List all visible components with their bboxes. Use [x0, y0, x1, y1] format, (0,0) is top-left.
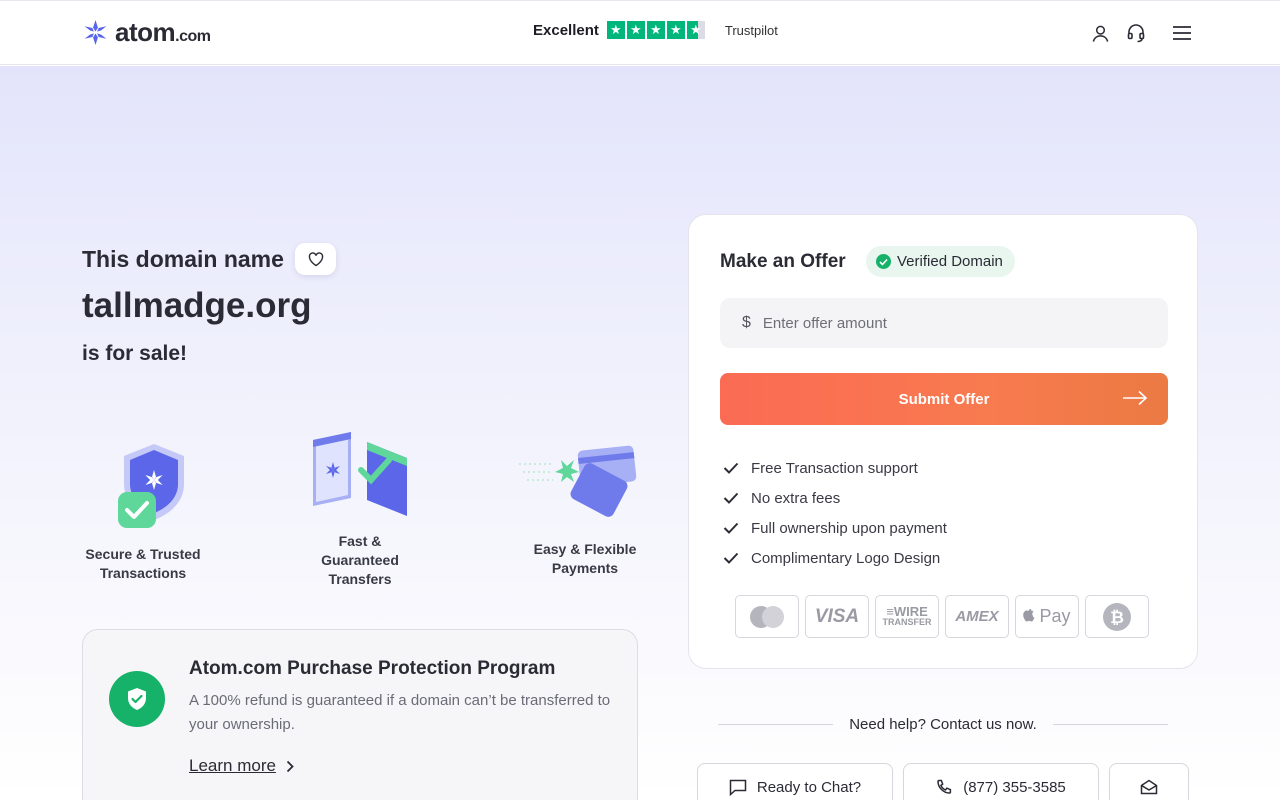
learn-more-link[interactable]: Learn more — [189, 756, 294, 776]
site-header: atom.com Excellent ★ ★ ★ ★ ★ Trustpilot — [0, 0, 1280, 65]
transfer-illustration — [313, 432, 407, 516]
trustpilot-rating[interactable]: Excellent ★ ★ ★ ★ ★ Trustpilot — [533, 21, 778, 39]
benefit-label: Free Transaction support — [751, 459, 918, 477]
star-icon: ★ — [666, 21, 685, 39]
benefit-item: No extra fees — [723, 483, 947, 513]
check-icon — [723, 552, 739, 564]
help-text: Need help? Contact us now. — [849, 716, 1037, 733]
svg-text:₿: ₿ — [1110, 608, 1124, 628]
chat-label: Ready to Chat? — [756, 778, 862, 796]
star-half-icon: ★ — [686, 21, 705, 39]
arrow-right-icon — [1123, 390, 1148, 406]
header-actions — [1090, 23, 1192, 43]
chat-bubble-icon — [729, 779, 747, 796]
offer-title: Make an Offer — [720, 251, 846, 272]
check-icon — [723, 492, 739, 504]
favorite-button[interactable] — [295, 243, 336, 275]
star-icon: ★ — [606, 21, 625, 39]
envelope-icon — [1140, 779, 1158, 795]
apple-pay-label: Pay — [1039, 606, 1071, 626]
learn-more-label: Learn more — [189, 756, 276, 775]
phone-button[interactable]: (877) 355-3585 — [903, 763, 1099, 800]
protection-text: A 100% refund is guaranteed if a domain … — [189, 692, 611, 733]
protection-title: Atom.com Purchase Protection Program — [189, 658, 556, 679]
feature-label: Secure & Trusted — [85, 546, 201, 562]
menu-icon[interactable] — [1172, 23, 1192, 43]
atom-star-icon — [84, 19, 107, 46]
rating-stars: ★ ★ ★ ★ ★ — [606, 21, 705, 39]
check-icon — [723, 462, 739, 474]
heart-icon — [308, 251, 323, 266]
benefit-item: Free Transaction support — [723, 453, 947, 483]
amex-icon: AMEX — [945, 595, 1009, 638]
shield-check-icon — [109, 671, 165, 727]
offer-amount-input[interactable] — [762, 314, 1143, 332]
offer-card: Make an Offer Verified Domain $ Submit O… — [688, 214, 1198, 669]
benefit-label: Complimentary Logo Design — [751, 549, 941, 567]
feature-secure: Secure & Trusted Transactions — [82, 545, 204, 583]
phone-icon — [937, 779, 952, 794]
feature-payments: Easy & Flexible Payments — [524, 540, 646, 578]
email-button[interactable] — [1109, 763, 1189, 800]
trust-label: Excellent — [533, 21, 599, 39]
trustpilot-brand: Trustpilot — [724, 22, 778, 38]
verified-badge: Verified Domain — [866, 246, 1015, 277]
divider-line — [718, 724, 834, 725]
atom-logo[interactable]: atom.com — [82, 17, 211, 48]
hero-line1: This domain name — [82, 246, 284, 272]
benefit-label: Full ownership upon payment — [751, 519, 947, 537]
feature-label: Fast & — [338, 533, 382, 549]
feature-fast: Fast & Guaranteed Transfers — [305, 532, 415, 589]
feature-label: Guaranteed — [321, 552, 399, 568]
shield-illustration — [118, 444, 184, 528]
feature-label: Payments — [551, 560, 619, 576]
headset-icon[interactable] — [1126, 23, 1146, 43]
benefit-item: Full ownership upon payment — [723, 513, 947, 543]
visa-icon: VISA — [805, 595, 869, 638]
verified-label: Verified Domain — [897, 253, 1003, 270]
cards-illustration — [519, 445, 637, 517]
chat-button[interactable]: Ready to Chat? — [697, 763, 893, 800]
star-icon: ★ — [646, 21, 665, 39]
divider-line — [1052, 724, 1168, 725]
purchase-protection-box: Atom.com Purchase Protection Program A 1… — [82, 629, 638, 800]
apple-pay-icon: Pay — [1015, 595, 1079, 638]
user-icon[interactable] — [1090, 23, 1110, 43]
benefit-item: Complimentary Logo Design — [723, 543, 947, 573]
check-badge-icon — [876, 254, 891, 269]
payment-methods: VISA ≡WIRE TRANSFER AMEX Pay ₿ — [735, 595, 1149, 638]
domain-name: tallmadge.org — [82, 286, 312, 325]
chevron-right-icon — [286, 760, 294, 772]
feature-label: Easy & Flexible — [533, 541, 637, 557]
check-icon — [723, 522, 739, 534]
wire-transfer-icon: ≡WIRE TRANSFER — [875, 595, 939, 638]
mastercard-icon — [735, 595, 799, 638]
feature-label: Transactions — [99, 565, 187, 581]
bitcoin-icon: ₿ — [1085, 595, 1149, 638]
submit-offer-button[interactable]: Submit Offer — [720, 373, 1168, 425]
currency-symbol: $ — [742, 314, 751, 331]
feature-label: Transfers — [328, 571, 392, 587]
hero-line3: is for sale! — [82, 342, 188, 365]
benefits-list: Free Transaction support No extra fees F… — [723, 453, 947, 573]
help-divider: Need help? Contact us now. — [718, 716, 1168, 733]
benefit-label: No extra fees — [751, 489, 841, 507]
submit-offer-label: Submit Offer — [898, 390, 990, 408]
offer-amount-field[interactable]: $ — [720, 298, 1168, 348]
phone-label: (877) 355-3585 — [963, 778, 1066, 796]
star-icon: ★ — [626, 21, 645, 39]
logo-wordmark: atom.com — [115, 17, 211, 47]
